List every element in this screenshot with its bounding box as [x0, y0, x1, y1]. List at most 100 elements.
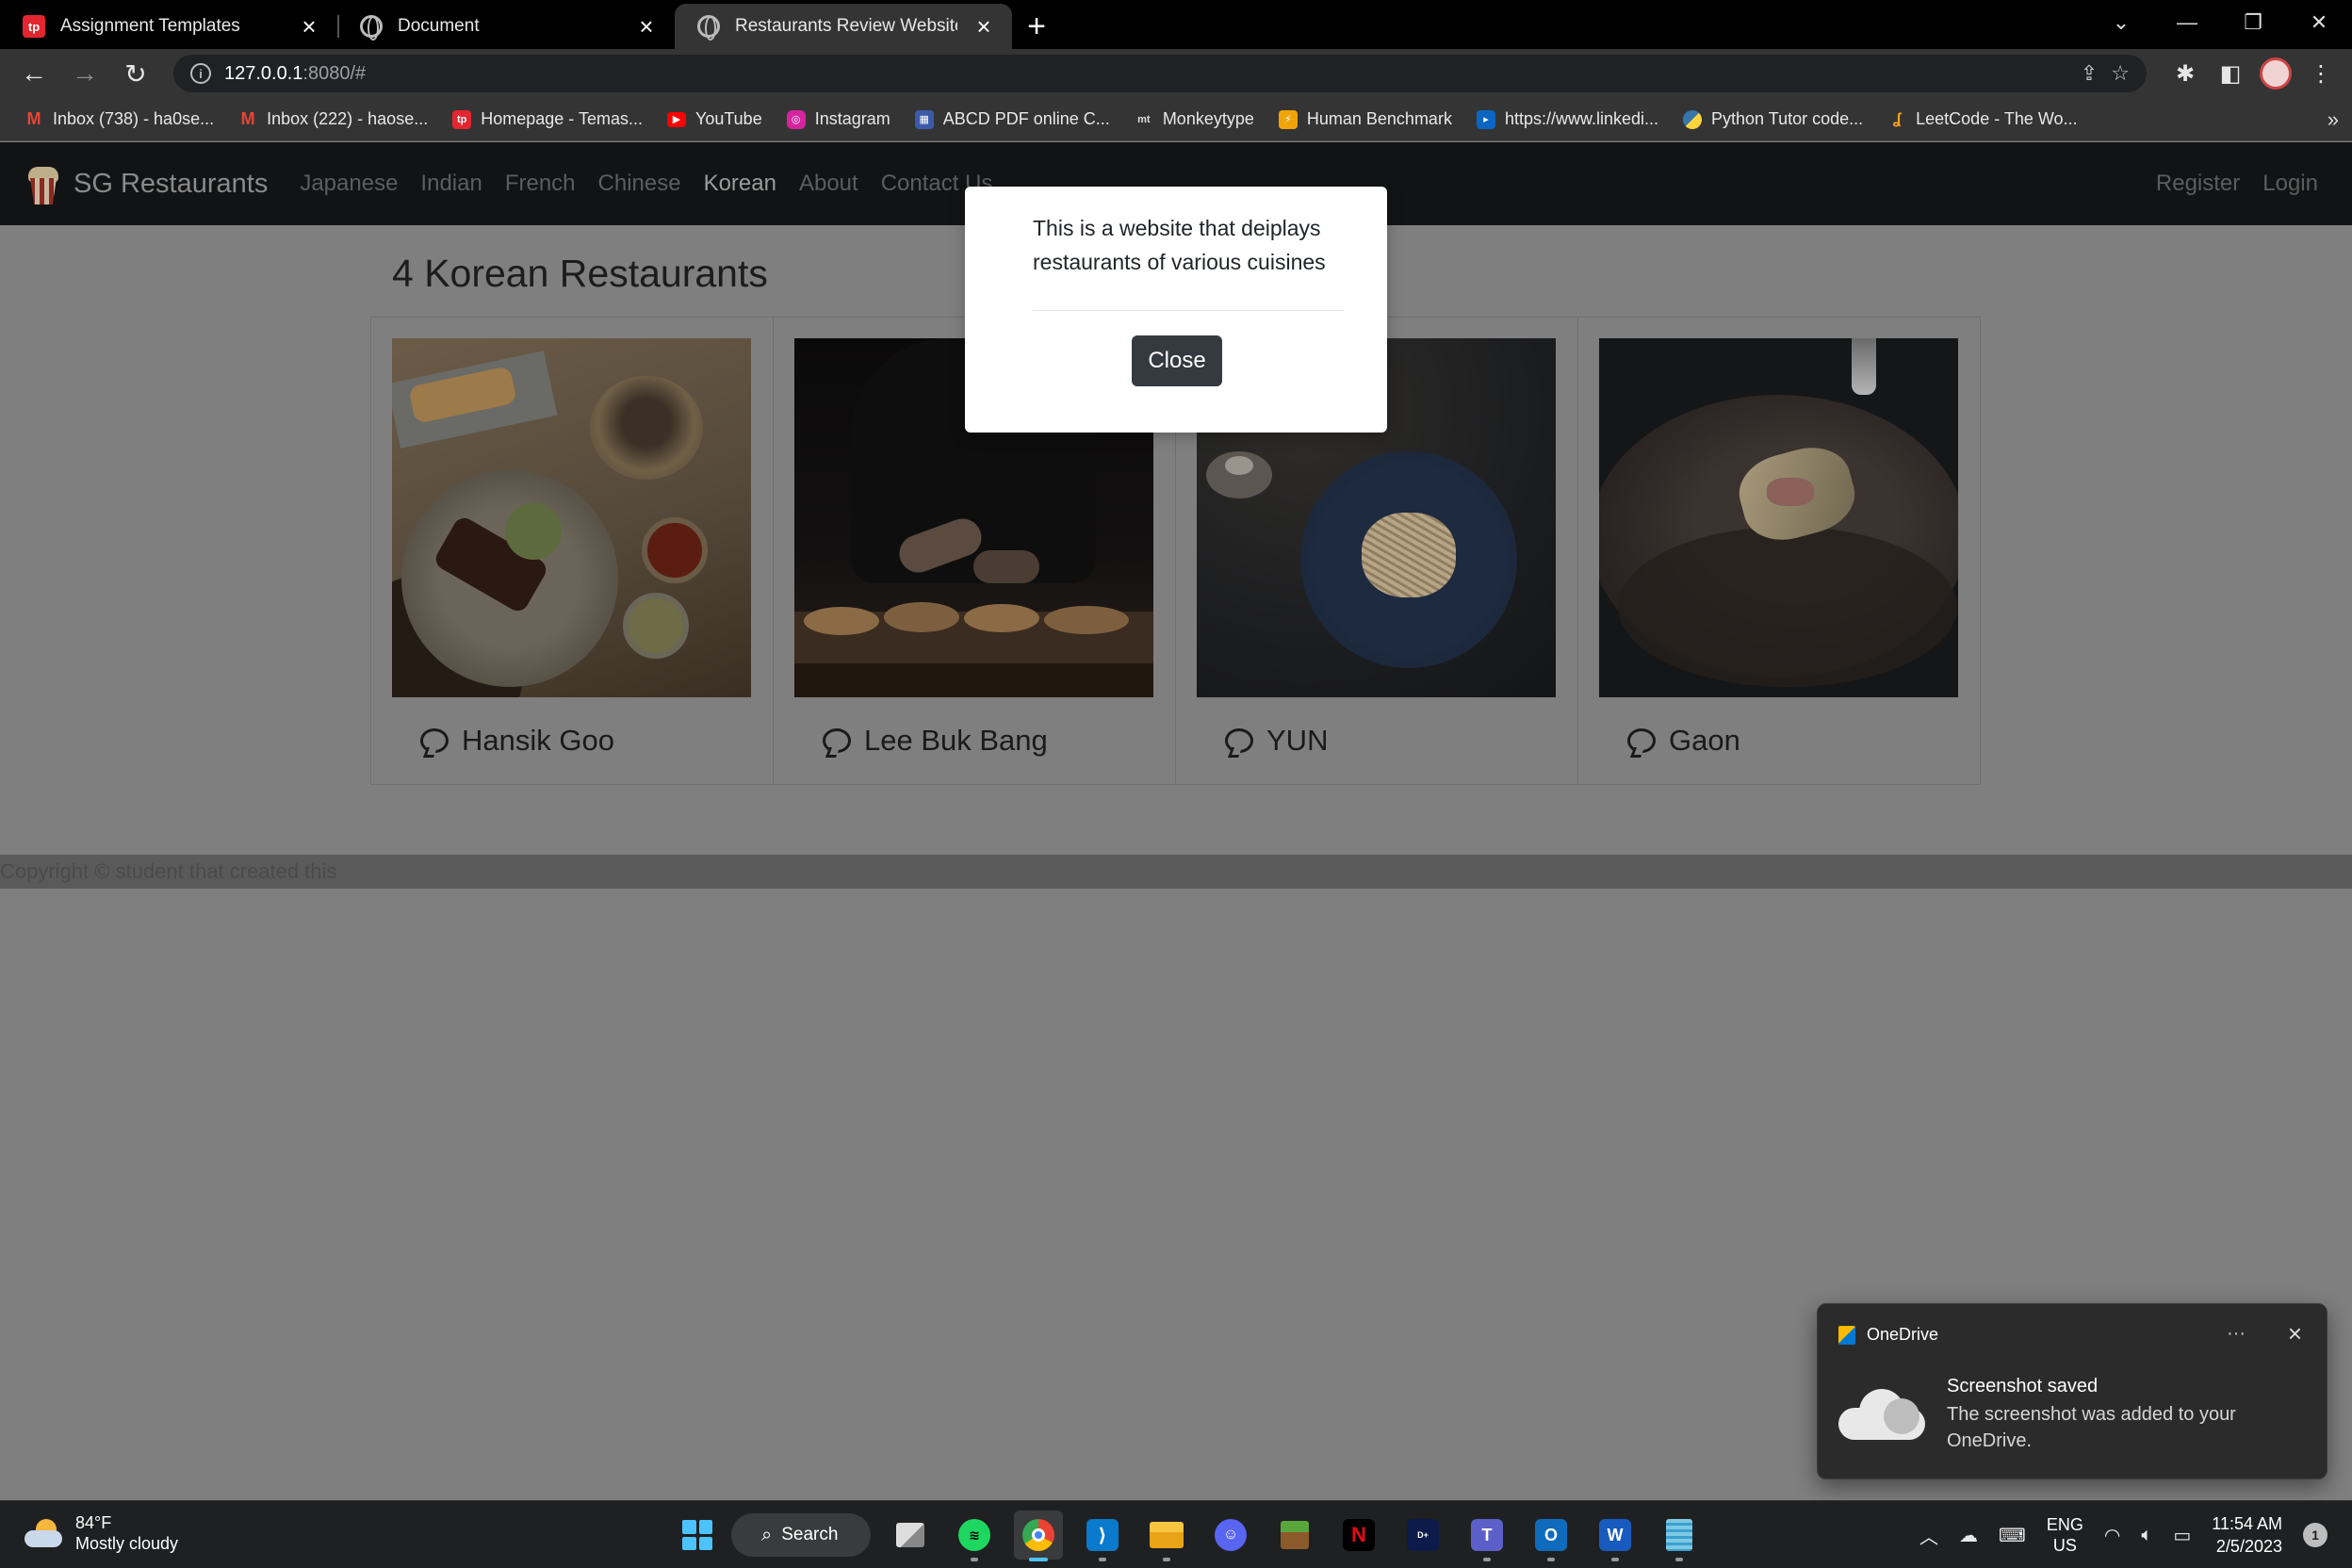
reload-icon[interactable]: ↻: [117, 55, 155, 92]
restore-icon[interactable]: ❐: [2220, 0, 2286, 45]
bookmark-star-icon[interactable]: ☆: [2111, 61, 2130, 86]
taskbar-search[interactable]: ⌕ Search: [731, 1513, 871, 1557]
minecraft-icon[interactable]: [1270, 1511, 1319, 1560]
restaurant-name[interactable]: Lee Buk Bang: [864, 724, 1048, 758]
new-tab-button[interactable]: +: [1012, 4, 1061, 49]
toast-app-name: OneDrive: [1867, 1325, 1939, 1344]
file-explorer-icon[interactable]: [1142, 1511, 1191, 1561]
windows-start-icon[interactable]: [678, 1516, 716, 1554]
globe-icon: [360, 15, 383, 41]
vscode-icon[interactable]: ⟩: [1078, 1511, 1127, 1561]
back-icon[interactable]: ←: [15, 55, 53, 92]
toast-body: The screenshot was added to your OneDriv…: [1947, 1404, 2236, 1451]
chevron-up-icon[interactable]: ︿: [1919, 1522, 1938, 1549]
close-icon[interactable]: ×: [298, 14, 320, 39]
tab-title: Assignment Templates: [60, 16, 240, 36]
register-link[interactable]: Register: [2145, 171, 2251, 197]
restaurant-image[interactable]: [1599, 338, 1958, 697]
bookmark-item[interactable]: Python Tutor code...: [1672, 109, 1874, 129]
nav-link-about[interactable]: About: [788, 171, 870, 197]
discord-icon[interactable]: ☺: [1206, 1511, 1255, 1560]
nav-link-chinese[interactable]: Chinese: [587, 171, 693, 197]
share-icon[interactable]: ⇪: [2081, 61, 2098, 86]
notepad-icon[interactable]: [1655, 1511, 1704, 1561]
battery-icon[interactable]: ▭: [2173, 1524, 2191, 1547]
toast-title: Screenshot saved: [1947, 1376, 2099, 1396]
bookmark-item[interactable]: ⚡ Human Benchmark: [1267, 109, 1463, 129]
restaurant-name[interactable]: Hansik Goo: [462, 724, 614, 758]
bookmark-item[interactable]: ◎ Instagram: [776, 109, 902, 129]
side-panel-icon[interactable]: ◧: [2214, 60, 2246, 88]
spotify-icon[interactable]: ≋: [950, 1511, 999, 1561]
card-footer: Lee Buk Bang: [794, 724, 1154, 758]
close-icon[interactable]: ×: [2288, 1319, 2302, 1348]
modal-divider: [1033, 310, 1344, 311]
site-info-icon[interactable]: i: [190, 63, 211, 84]
extensions-icon[interactable]: ✱: [2169, 60, 2201, 88]
nav-link-indian[interactable]: Indian: [409, 171, 493, 197]
brand[interactable]: SG Restaurants: [23, 163, 268, 204]
more-options-icon[interactable]: ···: [2227, 1323, 2246, 1345]
word-icon[interactable]: W: [1591, 1511, 1640, 1561]
tab-assignment-templates[interactable]: tp Assignment Templates ×: [0, 4, 337, 49]
login-link[interactable]: Login: [2251, 171, 2329, 197]
restaurant-name[interactable]: Gaon: [1669, 724, 1740, 758]
nav-auth-links: Register Login: [2145, 171, 2329, 197]
notification-badge[interactable]: 1: [2303, 1523, 2328, 1547]
minimize-icon[interactable]: —: [2154, 0, 2220, 45]
tab-title: Restaurants Review Website: [735, 16, 957, 36]
bookmark-item[interactable]: tp Homepage - Temas...: [441, 109, 654, 129]
tp-icon: tp: [452, 109, 472, 129]
chrome-icon[interactable]: [1014, 1511, 1063, 1561]
bookmark-item[interactable]: mt Monkeytype: [1123, 109, 1266, 129]
nav-link-japanese[interactable]: Japanese: [288, 171, 409, 197]
disney-plus-icon[interactable]: D+: [1398, 1511, 1447, 1560]
close-icon[interactable]: ×: [972, 14, 995, 39]
teams-icon[interactable]: T: [1462, 1511, 1511, 1561]
bookmark-item[interactable]: M Inbox (738) - ha0se...: [13, 109, 225, 129]
comment-icon: [1225, 728, 1253, 753]
more-bookmarks-icon[interactable]: »: [2328, 107, 2339, 132]
close-icon[interactable]: ×: [635, 14, 658, 39]
menu-icon[interactable]: ⋮: [2305, 60, 2337, 88]
clock[interactable]: 11:54 AM 2/5/2023: [2212, 1512, 2282, 1558]
tab-search-icon[interactable]: ⌄: [2088, 0, 2154, 45]
netflix-icon[interactable]: N: [1334, 1511, 1383, 1560]
taskbar-apps: ⌕ Search ≋ ⟩ ☺ N D+ T O W: [678, 1509, 1704, 1561]
restaurant-card[interactable]: Hansik Goo: [370, 317, 774, 785]
nav-link-french[interactable]: French: [494, 171, 587, 197]
tab-restaurants-review-website[interactable]: Restaurants Review Website ×: [675, 4, 1012, 49]
weather-widget[interactable]: 84°F Mostly cloudy: [24, 1512, 178, 1554]
restaurant-card[interactable]: Gaon: [1577, 317, 1981, 785]
date: 2/5/2023: [2215, 1537, 2282, 1556]
url-text: 127.0.0.1:8080/#: [224, 62, 367, 84]
outlook-icon[interactable]: O: [1527, 1511, 1576, 1561]
close-window-icon[interactable]: ✕: [2286, 0, 2352, 45]
tab-document[interactable]: Document ×: [337, 4, 675, 49]
close-button[interactable]: Close: [1132, 335, 1222, 386]
bookmark-item[interactable]: M Inbox (222) - haose...: [227, 109, 439, 129]
bookmark-item[interactable]: ▶ YouTube: [656, 109, 774, 129]
profile-avatar[interactable]: [2260, 57, 2292, 90]
wifi-icon[interactable]: ◠: [2104, 1524, 2120, 1547]
linkedin-icon: ▸: [1476, 109, 1495, 129]
bookmark-item[interactable]: ʆ LeetCode - The Wo...: [1876, 109, 2088, 129]
volume-icon[interactable]: 🔈︎: [2141, 1525, 2152, 1546]
toast-header: OneDrive: [1838, 1325, 1938, 1345]
input-language[interactable]: ENG US: [2047, 1514, 2083, 1556]
restaurant-name[interactable]: YUN: [1266, 724, 1328, 758]
restaurant-image[interactable]: [392, 338, 751, 697]
brand-name: SG Restaurants: [74, 168, 269, 199]
search-label: Search: [781, 1525, 839, 1544]
keyboard-icon[interactable]: ⌨: [1999, 1524, 2026, 1547]
address-bar[interactable]: i 127.0.0.1:8080/# ⇪ ☆: [173, 55, 2147, 92]
forward-icon[interactable]: →: [66, 55, 104, 92]
bookmark-item[interactable]: ▸ https://www.linkedi...: [1465, 109, 1670, 129]
onedrive-tray-icon[interactable]: ☁: [1959, 1524, 1978, 1547]
onedrive-notification[interactable]: OneDrive ··· × Screenshot saved The scre…: [1817, 1303, 2328, 1479]
comment-icon: [823, 728, 851, 753]
globe-icon: [697, 15, 720, 41]
task-view-icon[interactable]: [886, 1511, 935, 1560]
bookmark-item[interactable]: ▦ ABCD PDF online C...: [904, 109, 1121, 129]
nav-link-korean[interactable]: Korean: [693, 171, 788, 197]
